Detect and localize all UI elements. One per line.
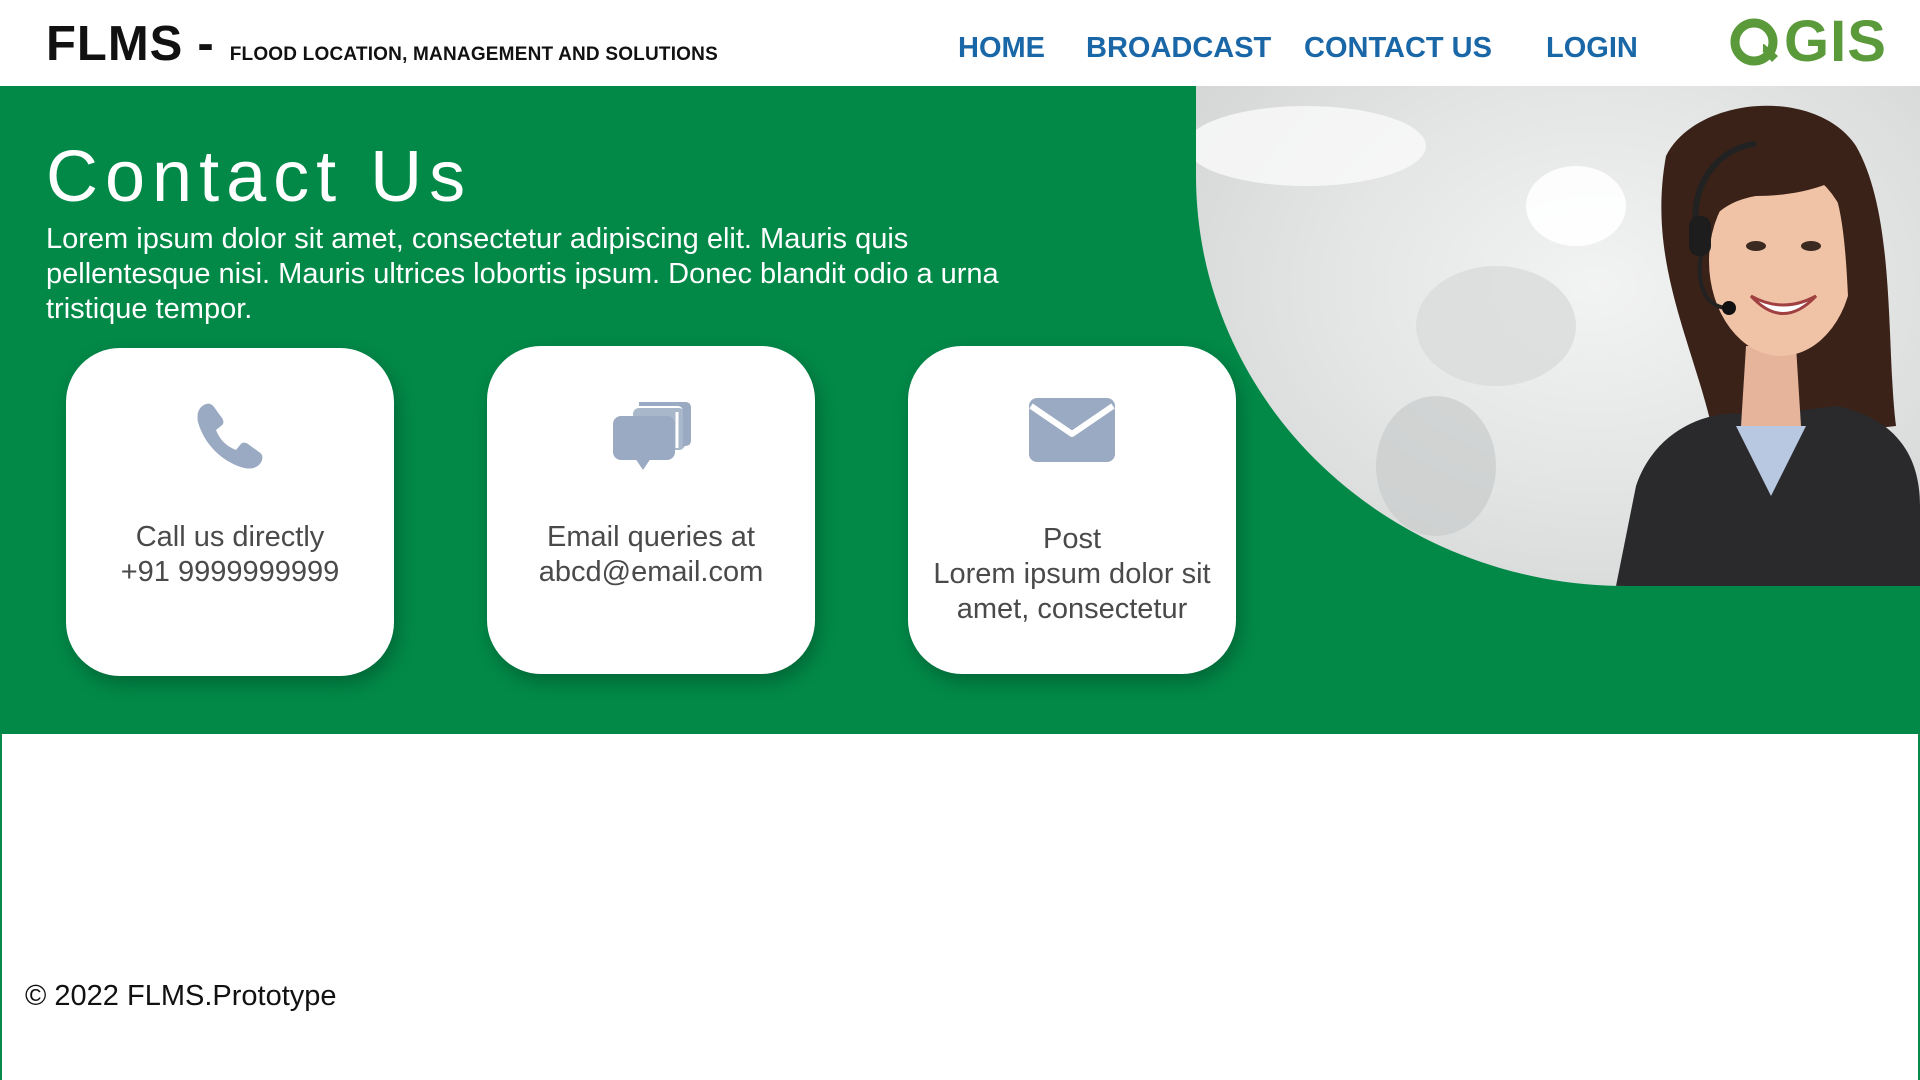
- envelope-icon: [908, 396, 1236, 476]
- site-header: FLMS - FLOOD LOCATION, MANAGEMENT AND SO…: [0, 0, 1920, 87]
- contact-card-email[interactable]: Email queries at abcd@email.com: [487, 346, 815, 674]
- contact-card-post[interactable]: Post Lorem ipsum dolor sit amet, consect…: [908, 346, 1236, 674]
- card-post-address-line1: Lorem ipsum dolor sit: [933, 558, 1211, 590]
- nav-broadcast[interactable]: BROADCAST: [1086, 32, 1271, 65]
- card-email-label: Email queries at: [547, 521, 755, 553]
- card-email-address: abcd@email.com: [538, 556, 764, 588]
- brand-name: FLMS: [46, 17, 184, 71]
- page-border-left: [0, 734, 2, 1080]
- qgis-q-icon: [1728, 15, 1780, 67]
- support-agent-illustration: [1196, 105, 1920, 586]
- brand[interactable]: FLMS - FLOOD LOCATION, MANAGEMENT AND SO…: [46, 16, 718, 76]
- qgis-logo[interactable]: GIS: [1728, 9, 1887, 74]
- card-email-text: Email queries at abcd@email.com: [495, 520, 807, 590]
- card-post-address-line2: amet, consectetur: [956, 593, 1188, 625]
- card-post-label: Post: [1042, 523, 1102, 555]
- footer-copyright: © 2022 FLMS.Prototype: [25, 980, 337, 1012]
- brand-subtitle: FLOOD LOCATION, MANAGEMENT AND SOLUTIONS: [229, 44, 718, 65]
- support-agent-photo: [1196, 86, 1920, 586]
- phone-icon: [66, 398, 394, 478]
- qgis-logo-text: GIS: [1784, 8, 1887, 74]
- chat-bubbles-icon: [487, 396, 815, 476]
- page-title: Contact Us: [46, 137, 473, 217]
- card-phone-label: Call us directly: [135, 521, 325, 553]
- nav-home[interactable]: HOME: [958, 32, 1045, 65]
- page-description: Lorem ipsum dolor sit amet, consectetur …: [46, 223, 999, 325]
- nav-login[interactable]: LOGIN: [1546, 32, 1638, 65]
- contact-hero: Contact Us Lorem ipsum dolor sit amet, c…: [0, 86, 1920, 734]
- card-post-text: Post Lorem ipsum dolor sit amet, consect…: [916, 522, 1228, 627]
- contact-card-phone[interactable]: Call us directly +91 9999999999: [66, 348, 394, 676]
- brand-separator: -: [197, 17, 214, 71]
- nav-contact-us[interactable]: CONTACT US: [1304, 32, 1492, 65]
- card-phone-number: +91 9999999999: [120, 556, 340, 588]
- card-phone-text: Call us directly +91 9999999999: [74, 520, 386, 590]
